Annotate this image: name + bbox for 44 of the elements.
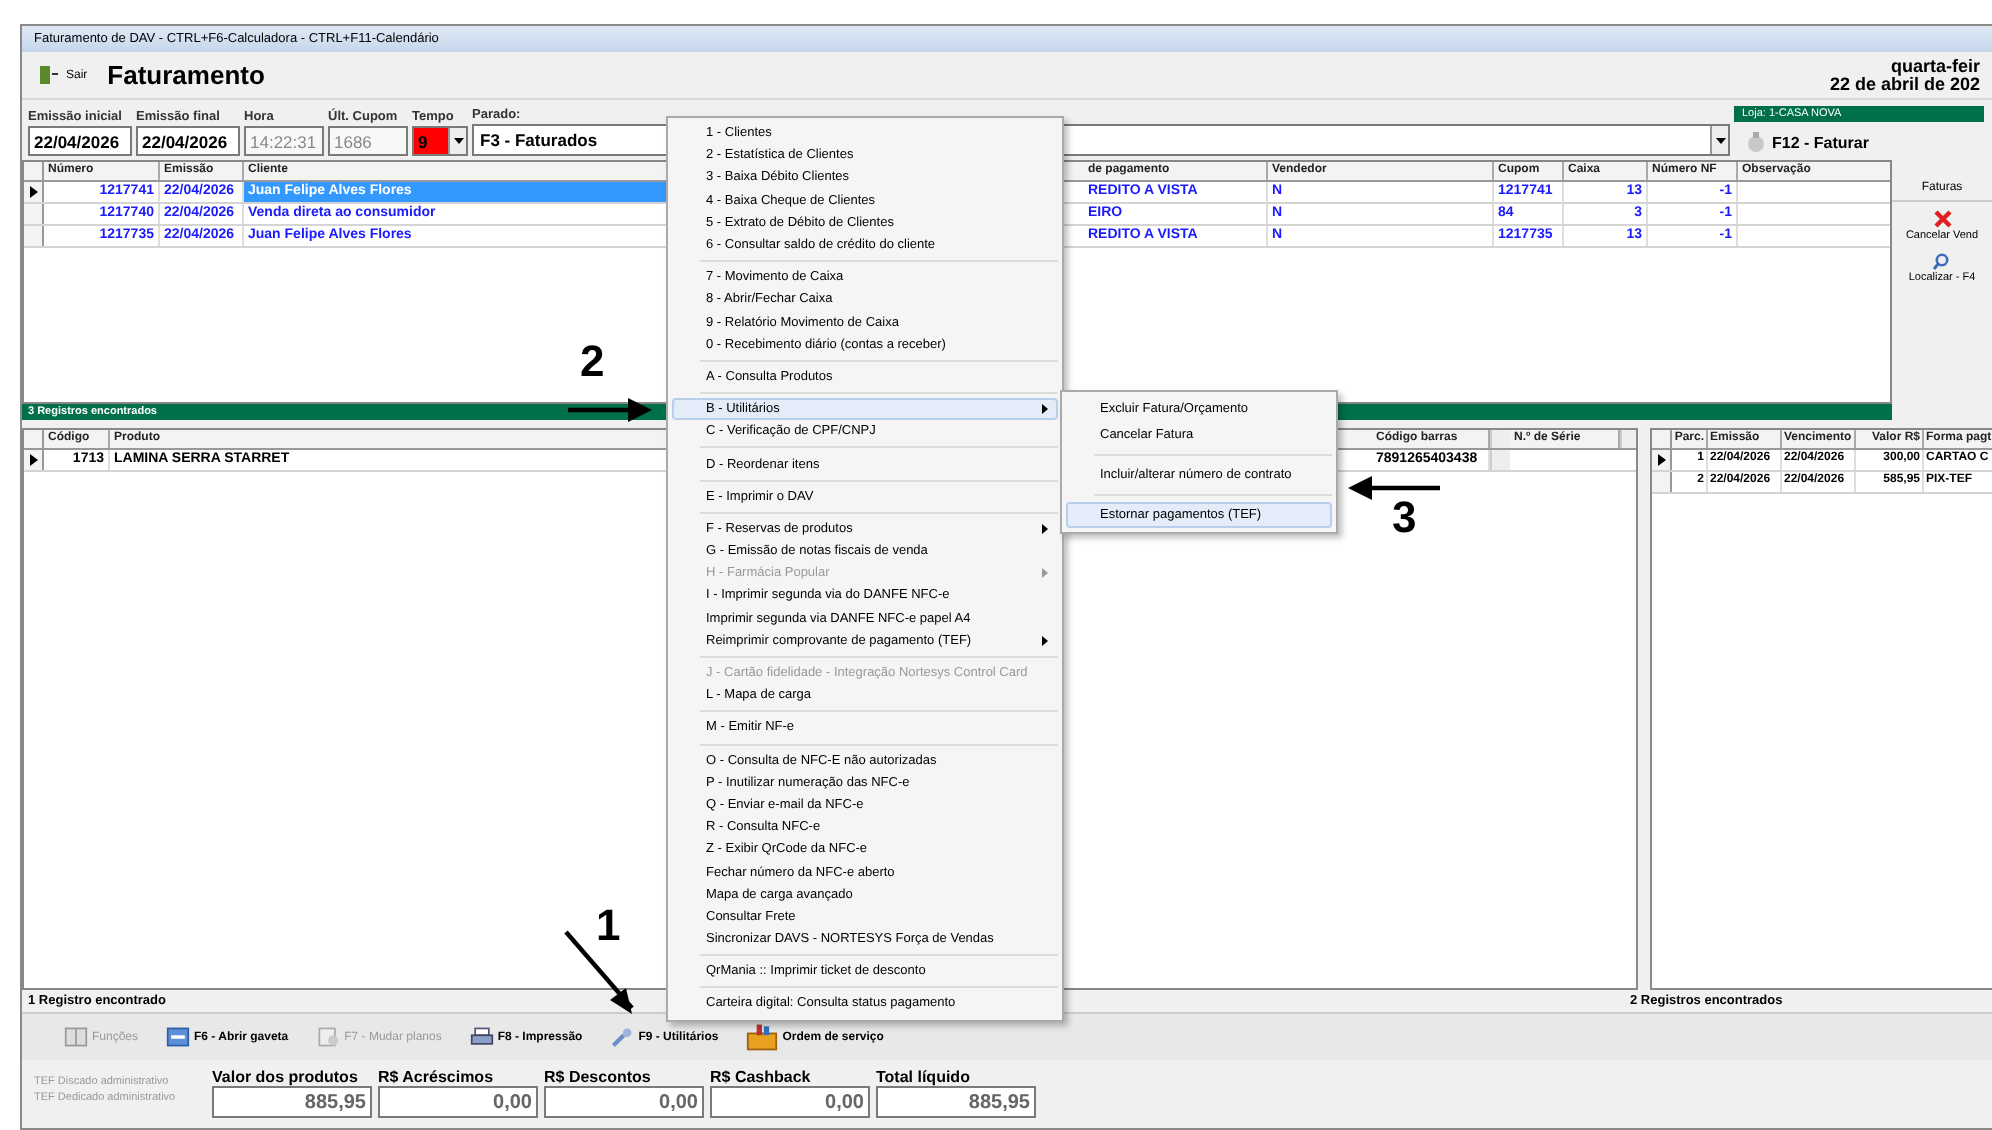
input-field[interactable]: 22/04/2026 bbox=[136, 126, 240, 156]
close-icon bbox=[1933, 210, 1951, 228]
total-label: Valor dos produtos bbox=[212, 1068, 360, 1086]
total-label: R$ Cashback bbox=[710, 1068, 813, 1086]
dropdown-arrow-icon bbox=[1715, 137, 1725, 143]
submenu-arrow-icon bbox=[1042, 404, 1048, 415]
total-field: 885,95 bbox=[212, 1086, 372, 1118]
dropdown-arrow-icon bbox=[453, 138, 463, 144]
step-number: 1 bbox=[596, 904, 621, 948]
row-header[interactable] bbox=[1652, 450, 1672, 470]
total-field: 0,00 bbox=[544, 1086, 704, 1118]
wrench-icon bbox=[610, 1026, 635, 1048]
row-pointer-icon bbox=[1657, 454, 1665, 466]
arrow bbox=[568, 398, 652, 422]
document-icon bbox=[316, 1026, 341, 1048]
money-bag-icon bbox=[1746, 132, 1766, 152]
total-field: 885,95 bbox=[876, 1086, 1036, 1118]
total-field: 0,00 bbox=[378, 1086, 538, 1118]
input-field[interactable]: 22/04/2026 bbox=[28, 126, 132, 156]
scrollbar[interactable] bbox=[1620, 430, 1636, 448]
timer-dropdown[interactable]: 9 bbox=[412, 126, 468, 156]
submenu-arrow-icon bbox=[1042, 635, 1048, 646]
printer-icon bbox=[469, 1026, 494, 1048]
step-number: 3 bbox=[1392, 496, 1417, 540]
screen-title: Faturamento bbox=[107, 60, 265, 90]
book-icon bbox=[64, 1026, 88, 1048]
submenu-arrow-icon bbox=[1042, 568, 1048, 579]
row-header[interactable] bbox=[24, 450, 44, 470]
arrow bbox=[1348, 476, 1440, 500]
total-label: R$ Acréscimos bbox=[378, 1068, 496, 1086]
date-label: 22 de abril de 202 bbox=[1829, 75, 1980, 93]
submenu-arrow-icon bbox=[1042, 523, 1048, 534]
row-pointer-icon bbox=[29, 186, 37, 198]
total-field: 0,00 bbox=[710, 1086, 870, 1118]
toolbox-icon bbox=[746, 1022, 779, 1052]
drawer-icon bbox=[166, 1026, 191, 1048]
weekday-label: quarta-feir bbox=[1888, 57, 1980, 75]
total-label: Total líquido bbox=[876, 1068, 972, 1086]
row-pointer-icon bbox=[29, 454, 37, 466]
search-icon bbox=[1932, 252, 1951, 270]
invoice-button[interactable]: F12 - Faturar bbox=[1734, 128, 1984, 156]
row-header[interactable] bbox=[24, 182, 44, 202]
total-label: R$ Descontos bbox=[544, 1068, 653, 1086]
step-number: 2 bbox=[580, 340, 605, 384]
